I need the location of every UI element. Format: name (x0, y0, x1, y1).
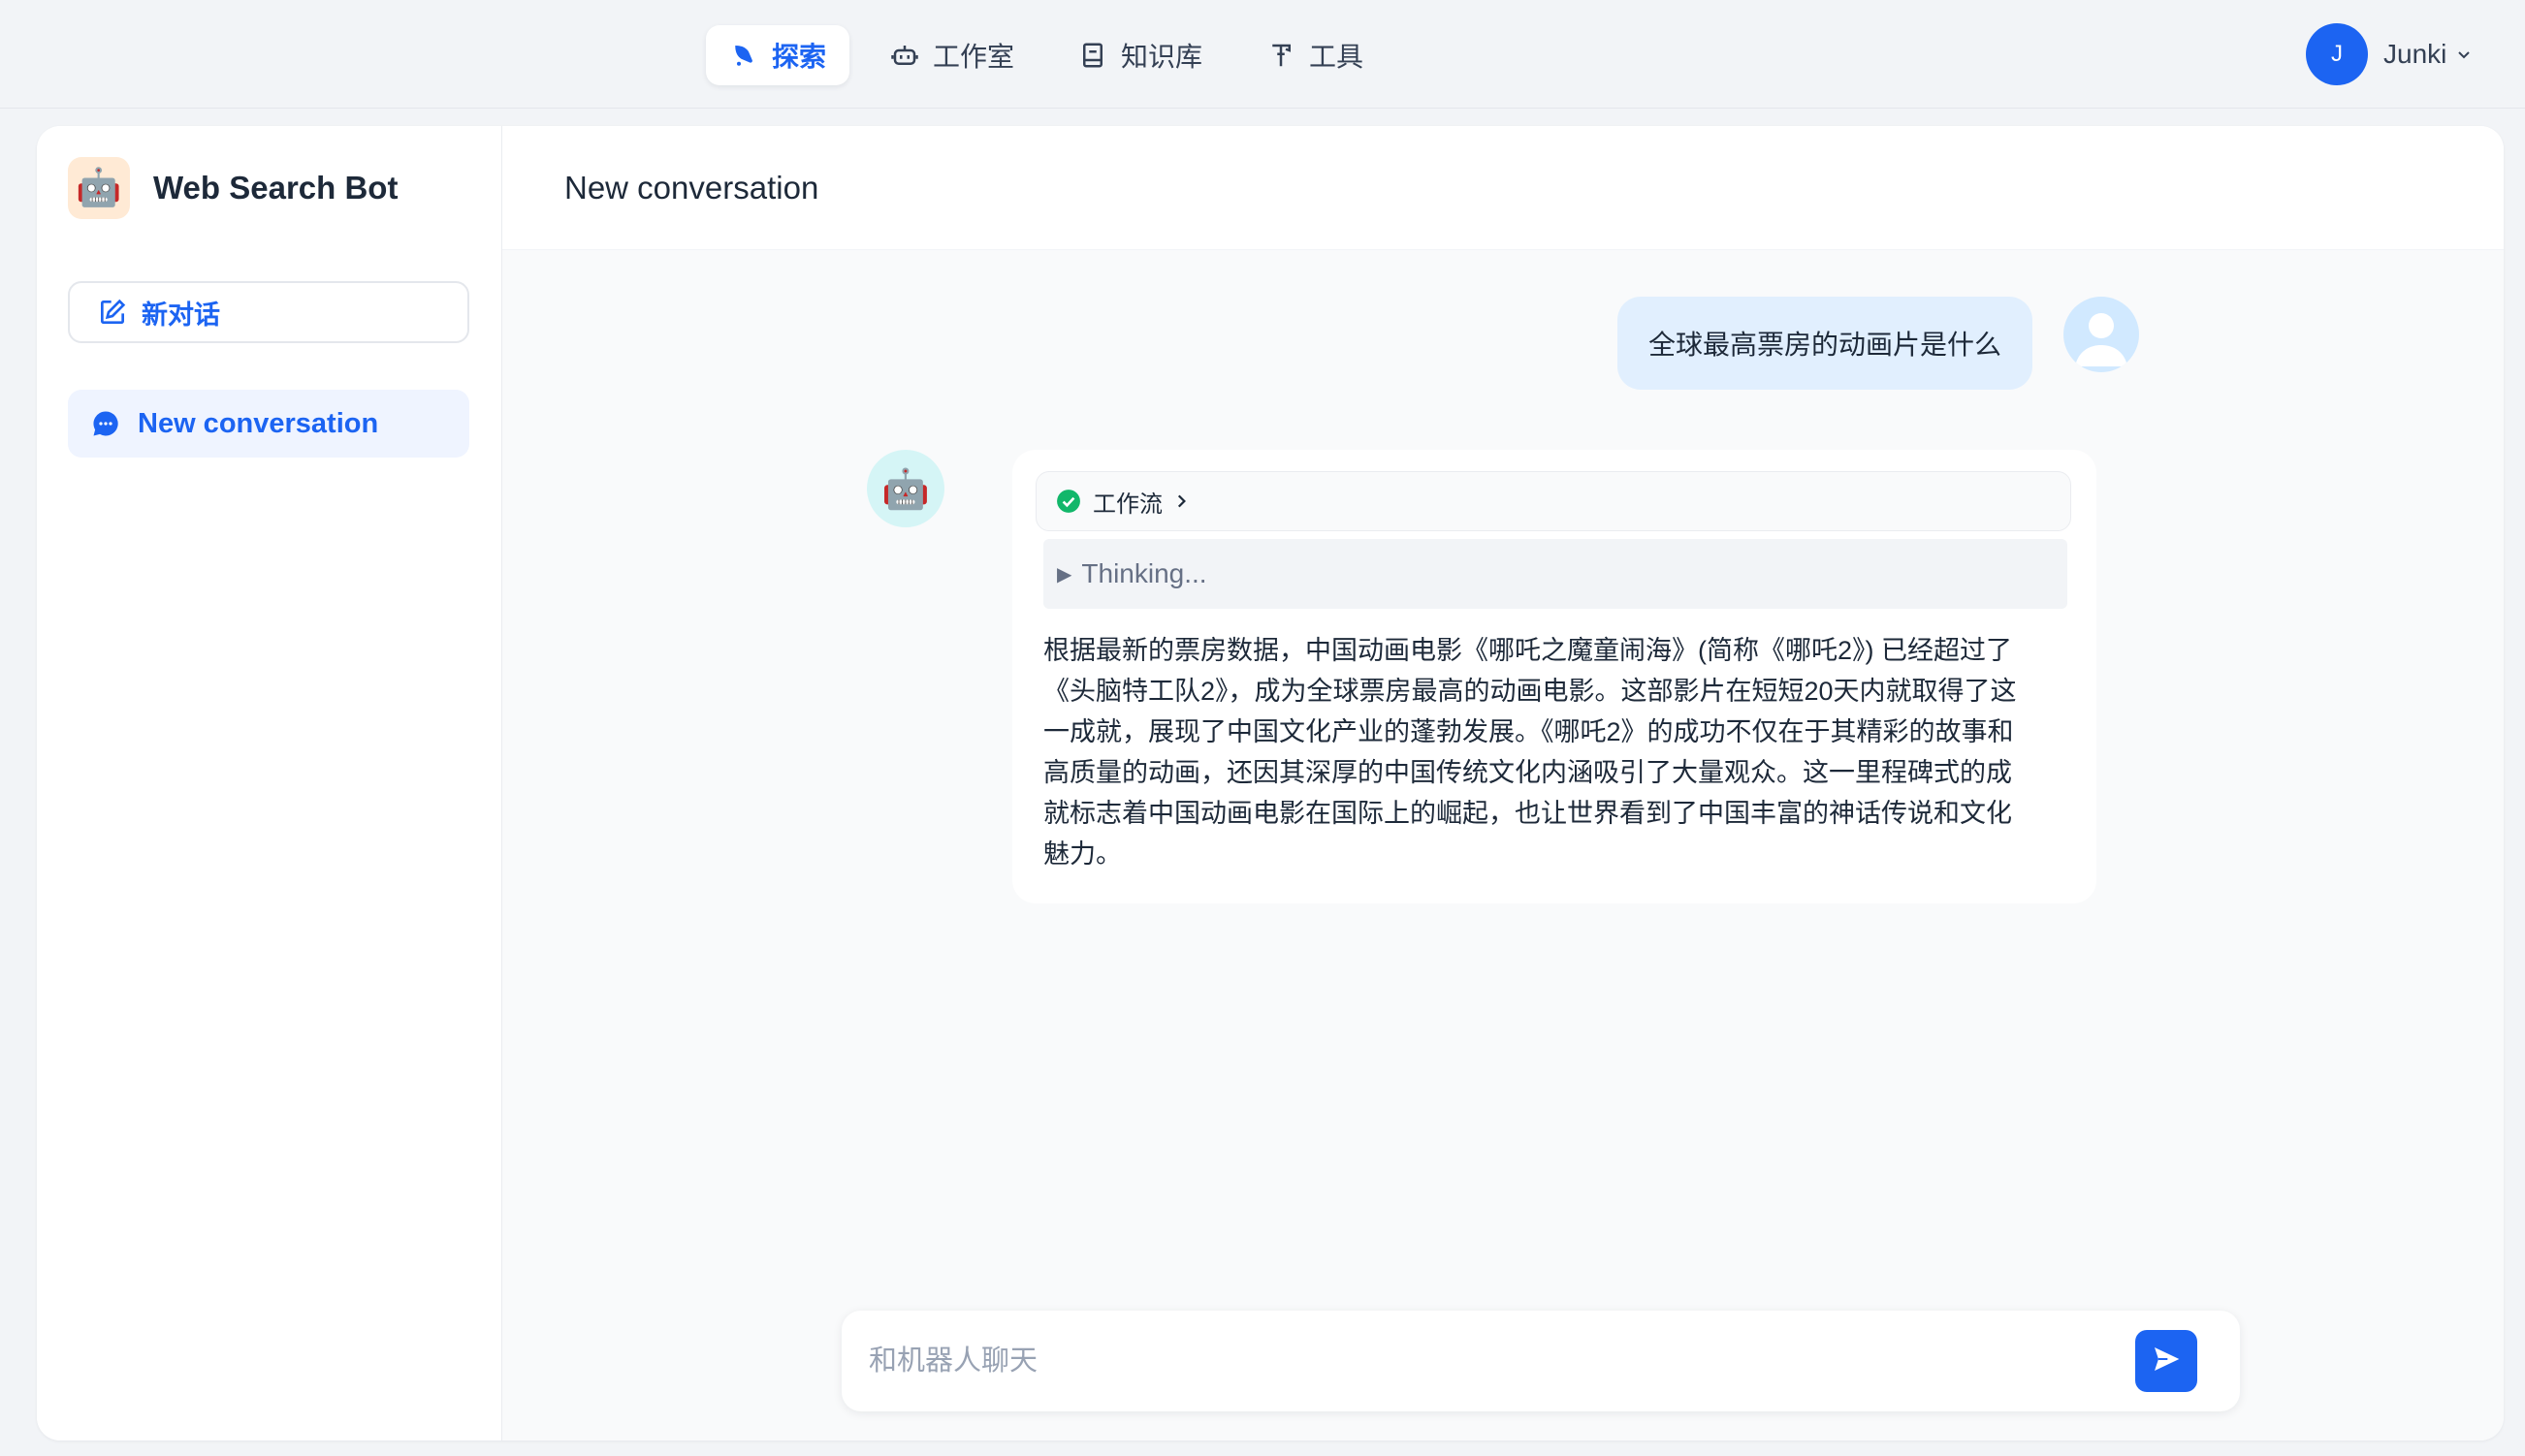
nav-tab-knowledge[interactable]: 知识库 (1055, 25, 1226, 85)
answer-line: 高质量的动画，还因其深厚的中国传统文化内涵吸引了大量观众。这一里程碑式的成 (1043, 758, 2012, 787)
answer-line: 魅力。 (1043, 839, 1122, 869)
send-button[interactable] (2135, 1330, 2197, 1392)
book-icon (1078, 41, 1107, 70)
answer-line: 《头脑特工队2》，成为全球票房最高的动画电影。这部影片在短短20天内就取得了这 (1043, 677, 2017, 706)
answer-line: 一成就，展现了中国文化产业的蓬勃发展。《哪吒2》的成功不仅在于其精彩的故事和 (1043, 717, 2014, 746)
top-navigation-bar: 探索 工作室 知识库 工具 J Junki (0, 0, 2525, 109)
nav-tab-label: 探索 (772, 42, 827, 72)
workflow-toggle[interactable]: 工作流 (1036, 471, 2071, 531)
nav-tab-label: 知识库 (1121, 42, 1203, 72)
answer-line: 就标志着中国动画电影在国际上的崛起，也让世界看到了中国丰富的神话传说和文化 (1043, 799, 2012, 828)
thinking-toggle[interactable]: ▶ Thinking... (1043, 539, 2067, 609)
bot-header: 🤖 Web Search Bot (68, 157, 398, 219)
app-card: 🤖 Web Search Bot 新对话 New conversation Ne… (37, 126, 2504, 1440)
chat-title: New conversation (502, 126, 2504, 250)
new-chat-button[interactable]: 新对话 (68, 281, 469, 343)
chat-panel: New conversation 全球最高票房的动画片是什么 🤖 工作流 ▶ T… (502, 126, 2504, 1440)
nav-tab-studio[interactable]: 工作室 (867, 25, 1038, 85)
robot-emoji-icon: 🤖 (76, 168, 122, 208)
user-avatar (2063, 297, 2139, 372)
user-message: 全球最高票房的动画片是什么 (1617, 297, 2033, 390)
nav-tab-label: 工作室 (933, 42, 1015, 72)
workflow-label: 工作流 (1093, 491, 1163, 518)
nav-tab-explore[interactable]: 探索 (706, 25, 850, 85)
triangle-right-icon: ▶ (1057, 563, 1072, 586)
chat-input[interactable] (869, 1338, 2129, 1384)
bot-message-avatar: 🤖 (867, 450, 944, 527)
avatar: J (2306, 23, 2368, 85)
edit-icon (97, 297, 128, 328)
answer-line: 根据最新的票房数据，中国动画电影《哪吒之魔童闹海》(简称《哪吒2》) 已经超过了 (1043, 636, 2012, 665)
robot-emoji-icon: 🤖 (881, 467, 930, 511)
main-nav: 探索 工作室 知识库 工具 (706, 25, 1404, 85)
user-name: Junki (2383, 39, 2447, 69)
bot-message: 工作流 ▶ Thinking... 根据最新的票房数据，中国动画电影《哪吒之魔童… (1012, 450, 2096, 903)
chevron-down-icon (2456, 47, 2472, 62)
bot-answer-text: 根据最新的票房数据，中国动画电影《哪吒之魔童闹海》(简称《哪吒2》) 已经超过了… (1043, 630, 2067, 874)
nav-tab-label: 工具 (1309, 42, 1364, 72)
send-icon (2151, 1344, 2182, 1379)
bot-name: Web Search Bot (153, 170, 399, 206)
chevron-right-icon (1172, 492, 1190, 510)
chat-input-box (842, 1311, 2240, 1411)
robot-icon (890, 41, 919, 70)
chat-bubble-icon (91, 409, 120, 438)
check-circle-icon (1056, 489, 1081, 514)
nav-tab-tools[interactable]: 工具 (1243, 25, 1387, 85)
explore-icon (729, 41, 758, 70)
new-chat-label: 新对话 (142, 300, 220, 330)
sidebar: 🤖 Web Search Bot 新对话 New conversation (37, 126, 502, 1440)
tool-icon (1266, 41, 1295, 70)
thinking-label: Thinking... (1081, 558, 1207, 588)
user-menu[interactable]: J Junki (2306, 23, 2472, 85)
bot-avatar: 🤖 (68, 157, 130, 219)
conversation-label: New conversation (138, 407, 379, 439)
conversation-item[interactable]: New conversation (68, 390, 469, 458)
